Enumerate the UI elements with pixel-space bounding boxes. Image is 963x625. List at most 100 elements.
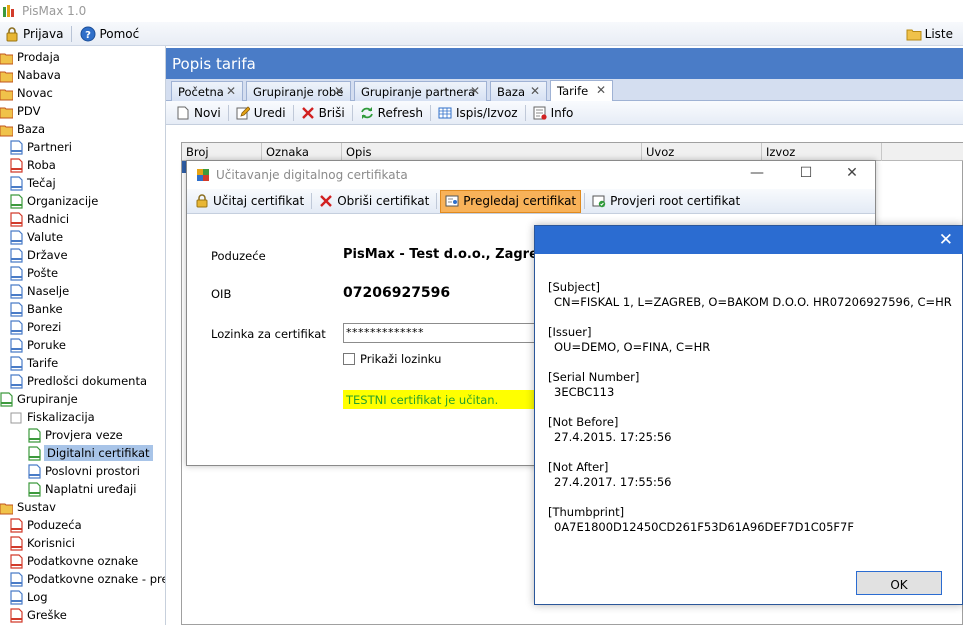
- column-header-oznaka[interactable]: Oznaka: [262, 143, 342, 161]
- sidebar-item[interactable]: Partneri: [10, 138, 72, 156]
- sidebar-item[interactable]: Podatkovne oznake: [10, 552, 138, 570]
- column-header-izvoz[interactable]: Izvoz: [762, 143, 882, 161]
- section-header: [Serial Number]: [548, 370, 640, 384]
- sidebar-item[interactable]: Grupiranje: [0, 390, 78, 408]
- info-button-label: Info: [550, 105, 574, 120]
- sidebar-item[interactable]: Tečaj: [10, 174, 56, 192]
- sidebar-item[interactable]: Nabava: [0, 66, 61, 84]
- close-icon[interactable]: ✕: [226, 84, 236, 98]
- minimize-icon[interactable]: —: [742, 165, 772, 185]
- document-icon: [0, 391, 13, 407]
- edit-button[interactable]: Uredi: [232, 102, 290, 124]
- sidebar-item[interactable]: Baza: [0, 120, 45, 138]
- toolbar-separator: [227, 104, 229, 121]
- password-input[interactable]: *************: [343, 323, 543, 343]
- sidebar-item[interactable]: Digitalni certifikat: [28, 444, 153, 462]
- sidebar-item[interactable]: Prodaja: [0, 48, 60, 66]
- sidebar-item[interactable]: Valute: [10, 228, 63, 246]
- page-title: Popis tarifa: [166, 48, 963, 79]
- sidebar-item[interactable]: Sustav: [0, 498, 56, 516]
- document-icon: [10, 571, 23, 587]
- sidebar-item[interactable]: Države: [10, 246, 68, 264]
- dialog-title: Učitavanje digitalnog certifikata: [216, 168, 408, 182]
- menu-login[interactable]: Prijava: [0, 23, 67, 45]
- delete-certificate-button[interactable]: Obriši certifikat: [315, 190, 433, 213]
- tab-label: Grupiranje robe: [253, 84, 344, 99]
- lock-icon: [196, 194, 208, 208]
- sidebar-item[interactable]: Podatkovne oznake - pre…: [10, 570, 165, 588]
- close-icon[interactable]: ✕: [334, 84, 344, 98]
- toolbar-separator: [311, 193, 313, 209]
- tab-grupiranje-partnera[interactable]: Grupiranje partnera ✕: [354, 81, 487, 101]
- print-export-button[interactable]: Ispis/Izvoz: [434, 102, 522, 124]
- window-icon: [197, 169, 209, 181]
- menu-lists[interactable]: Liste: [902, 23, 957, 45]
- sidebar-item[interactable]: Radnici: [10, 210, 69, 228]
- sidebar-item-label: Poduzeća: [27, 518, 82, 532]
- delete-x-icon: [301, 106, 314, 119]
- document-icon: [28, 481, 41, 497]
- close-icon[interactable]: ✕: [939, 230, 953, 250]
- folder-icon: [0, 53, 13, 64]
- sidebar-item[interactable]: PDV: [0, 102, 40, 120]
- ok-button[interactable]: OK: [856, 571, 942, 595]
- document-icon: [10, 229, 23, 245]
- sidebar-item-label: Naselje: [27, 284, 70, 298]
- sidebar-item[interactable]: Pošte: [10, 264, 58, 282]
- refresh-button[interactable]: Refresh: [356, 102, 427, 124]
- load-certificate-button[interactable]: Učitaj certifikat: [191, 190, 308, 213]
- tab-tarife[interactable]: Tarife ✕: [550, 80, 613, 101]
- sidebar-item[interactable]: Predlošci dokumenta: [10, 372, 147, 390]
- close-icon[interactable]: ✕: [470, 84, 480, 98]
- sidebar-item[interactable]: Novac: [0, 84, 53, 102]
- sidebar-item[interactable]: Fiskalizacija: [10, 408, 95, 426]
- menu-help[interactable]: ? Pomoć: [76, 23, 143, 45]
- sidebar-item[interactable]: Roba: [10, 156, 56, 174]
- new-button[interactable]: Novi: [172, 102, 225, 124]
- document-icon: [10, 193, 23, 209]
- close-icon[interactable]: ✕: [530, 84, 540, 98]
- sidebar-item[interactable]: Poduzeća: [10, 516, 82, 534]
- document-icon: [10, 247, 23, 263]
- info-button[interactable]: Info: [529, 102, 578, 124]
- tab-pocetna[interactable]: Početna ✕: [171, 81, 243, 101]
- sidebar-item[interactable]: Log: [10, 588, 48, 606]
- sidebar-item[interactable]: Organizacije: [10, 192, 98, 210]
- sidebar-item-label: Sustav: [17, 500, 56, 514]
- column-header-opis[interactable]: Opis: [342, 143, 642, 161]
- close-icon[interactable]: ✕: [596, 83, 606, 97]
- view-certificate-button[interactable]: Pregledaj certifikat: [440, 189, 582, 213]
- sidebar-item[interactable]: Naplatni uređaji: [28, 480, 136, 498]
- sidebar-item-label: Digitalni certifikat: [44, 445, 153, 461]
- sidebar-item[interactable]: Porezi: [10, 318, 61, 336]
- sidebar-item[interactable]: Provjera veze: [28, 426, 123, 444]
- tab-baza[interactable]: Baza ✕: [490, 81, 547, 101]
- document-icon: [10, 553, 23, 569]
- sidebar-item[interactable]: Greške: [10, 606, 67, 624]
- sidebar-item[interactable]: Tarife: [10, 354, 58, 372]
- sidebar-item-label: Baza: [17, 122, 46, 136]
- show-password-checkbox[interactable]: Prikaži lozinku: [343, 352, 441, 366]
- tab-grupiranje-robe[interactable]: Grupiranje robe ✕: [246, 81, 351, 101]
- sidebar-item[interactable]: Naselje: [10, 282, 69, 300]
- company-label: Poduzeće: [211, 249, 266, 263]
- sidebar-item[interactable]: Korisnici: [10, 534, 75, 552]
- sidebar-item[interactable]: Poruke: [10, 336, 66, 354]
- sidebar-item[interactable]: Poslovni prostori: [28, 462, 140, 480]
- menu-lists-label: Liste: [924, 27, 953, 41]
- column-header-uvoz[interactable]: Uvoz: [642, 143, 762, 161]
- sidebar-item[interactable]: Banke: [10, 300, 63, 318]
- maximize-icon[interactable]: ☐: [791, 165, 821, 185]
- document-icon: [10, 301, 23, 317]
- document-icon: [10, 337, 23, 353]
- delete-x-icon: [320, 195, 333, 207]
- checkbox-box[interactable]: [343, 353, 355, 365]
- toolbar-separator: [351, 104, 353, 121]
- delete-button[interactable]: Briši: [297, 102, 349, 124]
- close-icon[interactable]: ✕: [837, 165, 867, 185]
- column-header-broj[interactable]: Broj: [182, 143, 262, 161]
- document-icon: [10, 373, 23, 389]
- check-root-certificate-button[interactable]: Provjeri root certifikat: [588, 190, 744, 213]
- refresh-icon: [360, 106, 373, 119]
- document-icon: [10, 517, 23, 533]
